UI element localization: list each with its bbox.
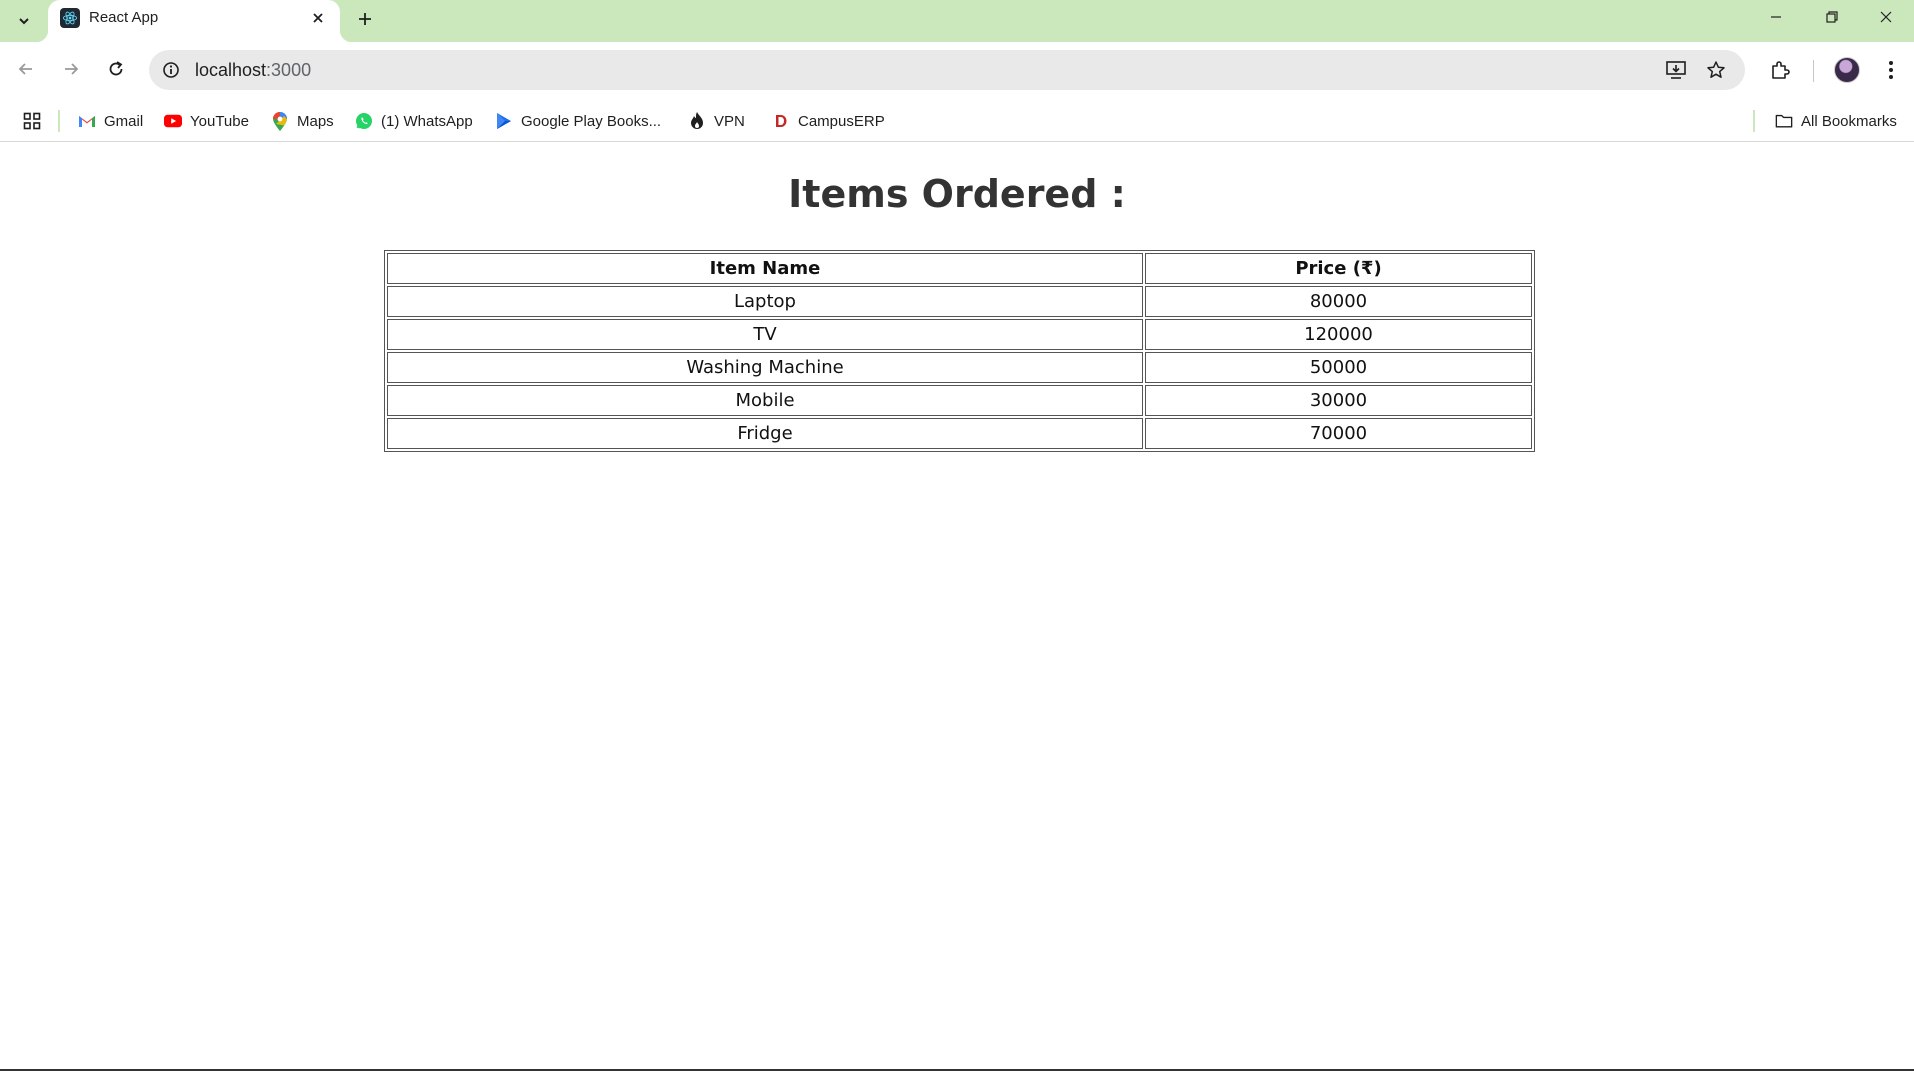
orders-table: Item Name Price (₹) Laptop 80000 TV 1200… (384, 250, 1535, 452)
reload-button[interactable] (99, 52, 133, 86)
plus-icon (359, 13, 371, 25)
all-bookmarks-button[interactable]: All Bookmarks (1775, 108, 1897, 134)
address-url[interactable]: localhost:3000 (195, 60, 311, 80)
table-header-row: Item Name Price (₹) (387, 253, 1532, 284)
minimize-icon (1771, 16, 1781, 18)
item-name-cell: Fridge (387, 418, 1143, 449)
extensions-icon[interactable] (1764, 54, 1796, 86)
page-title: Items Ordered : (788, 172, 1126, 216)
item-price-cell: 30000 (1145, 385, 1532, 416)
address-bar[interactable]: localhost:3000 (149, 50, 1745, 90)
item-name-cell: TV (387, 319, 1143, 350)
bookmark-google-play-books[interactable]: Google Play Books... (495, 108, 661, 134)
restore-button[interactable] (1804, 0, 1860, 34)
tab-strip: React App (0, 0, 1914, 42)
forward-button[interactable] (54, 52, 88, 86)
profile-avatar[interactable] (1831, 54, 1863, 86)
toolbar-divider (1813, 60, 1814, 82)
bookmark-maps[interactable]: Maps (271, 108, 334, 134)
url-host: localhost (195, 60, 267, 80)
table-row: Mobile 30000 (387, 385, 1532, 416)
bookmarks-bar: Gmail YouTube Maps (1) WhatsApp Google P… (0, 100, 1914, 142)
close-window-button[interactable] (1858, 0, 1914, 34)
bookmark-youtube[interactable]: YouTube (164, 108, 249, 134)
bookmark-label: (1) WhatsApp (381, 112, 473, 130)
tab-active[interactable]: React App (36, 0, 352, 42)
arrow-left-icon (18, 63, 32, 75)
browser-toolbar: localhost:3000 (0, 42, 1914, 100)
bookmark-label: YouTube (190, 112, 249, 130)
item-name-cell: Mobile (387, 385, 1143, 416)
bookmark-whatsapp[interactable]: (1) WhatsApp (355, 108, 473, 134)
item-price-cell: 120000 (1145, 319, 1532, 350)
new-tab-button[interactable] (350, 4, 380, 34)
item-price-cell: 70000 (1145, 418, 1532, 449)
item-name-cell: Washing Machine (387, 352, 1143, 383)
tab-close-button[interactable] (306, 6, 330, 30)
site-info-icon[interactable] (159, 58, 183, 82)
bookmark-label: Gmail (104, 112, 144, 130)
column-header-item-name: Item Name (387, 253, 1143, 284)
bookmark-label: VPN (714, 112, 745, 130)
arrow-right-icon (65, 63, 79, 75)
chevron-down-icon (19, 18, 29, 25)
youtube-icon (164, 112, 182, 130)
close-icon (1880, 11, 1892, 23)
bookmark-label: CampusERP (798, 112, 885, 130)
restore-icon (1826, 11, 1838, 23)
react-icon (60, 8, 80, 28)
back-button[interactable] (9, 52, 43, 86)
item-price-cell: 50000 (1145, 352, 1532, 383)
more-vert-icon (1889, 61, 1893, 79)
maps-icon (271, 111, 289, 131)
reload-icon (109, 61, 123, 76)
install-app-icon[interactable] (1663, 58, 1689, 82)
close-icon (313, 13, 323, 23)
whatsapp-icon (355, 112, 373, 130)
folder-icon (1775, 112, 1793, 130)
column-header-price: Price (₹) (1145, 253, 1532, 284)
all-bookmarks-label: All Bookmarks (1801, 112, 1897, 130)
table-row: Washing Machine 50000 (387, 352, 1532, 383)
table-row: Laptop 80000 (387, 286, 1532, 317)
campuserp-icon (772, 112, 790, 130)
table-row: Fridge 70000 (387, 418, 1532, 449)
item-name-cell: Laptop (387, 286, 1143, 317)
bookmark-gmail[interactable]: Gmail (78, 108, 143, 134)
play-books-icon (495, 112, 513, 130)
apps-grid-icon[interactable] (18, 108, 46, 134)
vpn-icon (688, 112, 706, 130)
table-row: TV 120000 (387, 319, 1532, 350)
avatar (1834, 57, 1860, 83)
item-price-cell: 80000 (1145, 286, 1532, 317)
bookmark-label: Google Play Books... (521, 112, 662, 130)
bookmark-campuserp[interactable]: CampusERP (772, 108, 885, 134)
gmail-icon (78, 112, 96, 130)
browser-menu-button[interactable] (1875, 54, 1907, 86)
bookmarks-divider (1753, 110, 1755, 132)
bookmark-star-icon[interactable] (1703, 58, 1729, 82)
bookmarks-divider (58, 110, 60, 132)
bookmark-label: Maps (297, 112, 334, 130)
page-viewport: Items Ordered : Item Name Price (₹) Lapt… (0, 143, 1914, 1071)
tab-title: React App (89, 9, 159, 26)
minimize-button[interactable] (1748, 0, 1804, 34)
bookmark-vpn[interactable]: VPN (688, 108, 745, 134)
url-port: :3000 (266, 60, 312, 80)
